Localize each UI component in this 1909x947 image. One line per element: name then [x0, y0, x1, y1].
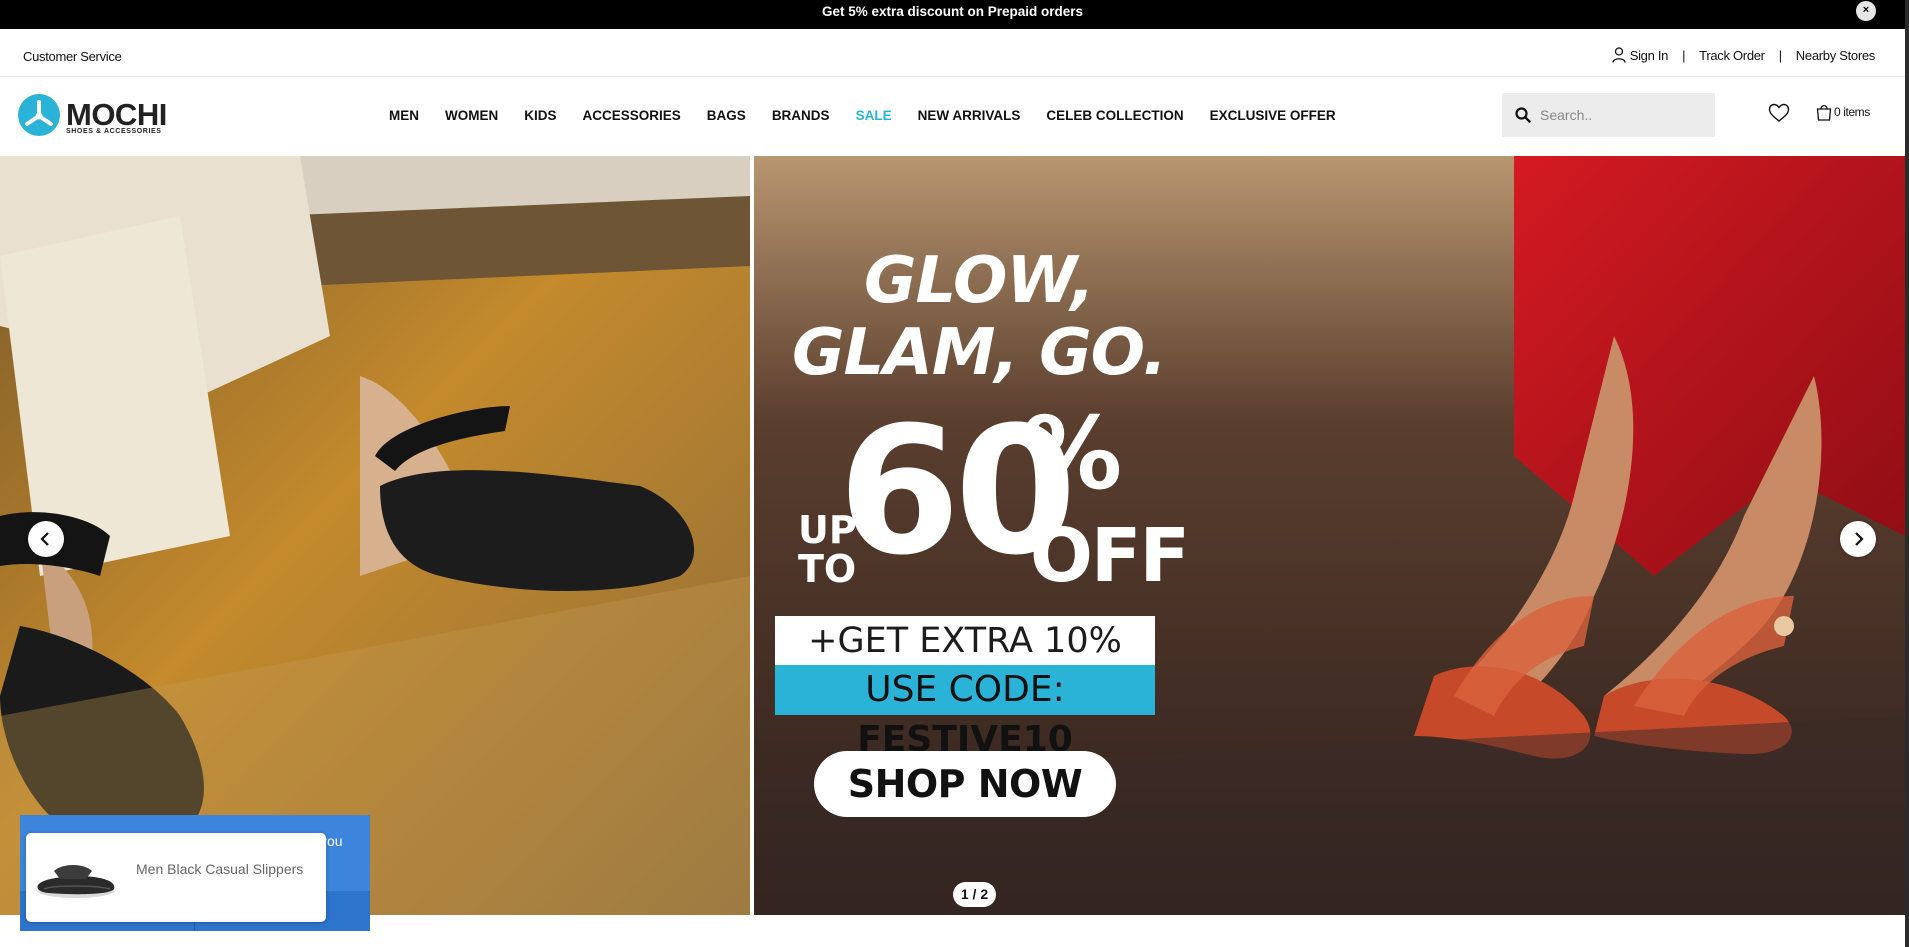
mochi-logo-icon: [18, 94, 60, 136]
main-nav: MEN WOMEN KIDS ACCESSORIES BAGS BRANDS S…: [389, 108, 1362, 123]
separator: |: [1778, 47, 1782, 63]
hero-carousel: GLOW, GLAM, GO. UP TO 60 % OFF +GET EXTR…: [0, 156, 1905, 916]
cart-button[interactable]: 0 items: [1815, 103, 1870, 121]
logo-tagline: SHOES & ACCESSORIES: [66, 128, 162, 135]
search-input[interactable]: [1540, 93, 1710, 137]
nav-item-new-arrivals[interactable]: NEW ARRIVALS: [918, 108, 1021, 123]
shopping-bag-icon: [1816, 104, 1832, 121]
customer-service-link[interactable]: Customer Service: [23, 49, 122, 64]
notification-popup[interactable]: you Men Black Casual Slippers: [20, 815, 370, 931]
slide-counter: 1 / 2: [953, 882, 996, 907]
nearby-stores-link[interactable]: Nearby Stores: [1796, 48, 1876, 63]
nav-item-accessories[interactable]: ACCESSORIES: [583, 108, 681, 123]
coupon-prefix: USE CODE:: [865, 669, 1065, 710]
nav-item-celeb-collection[interactable]: CELEB COLLECTION: [1046, 108, 1183, 123]
slipper-product-image: [37, 865, 115, 898]
carousel-next-button[interactable]: [1840, 521, 1876, 557]
carousel-prev-button[interactable]: [28, 521, 64, 557]
promo-headline-2: GLAM, GO.: [792, 316, 1167, 390]
hero-slide-right-banner[interactable]: GLOW, GLAM, GO. UP TO 60 % OFF +GET EXTR…: [754, 156, 1905, 915]
popup-product-name: Men Black Casual Slippers: [136, 861, 304, 877]
extra-offer-label: +GET EXTRA 10% OFF: [775, 616, 1155, 711]
heart-icon[interactable]: [1768, 103, 1790, 123]
logo[interactable]: MOCHI SHOES & ACCESSORIES: [18, 94, 168, 140]
nav-item-men[interactable]: MEN: [389, 108, 419, 123]
shop-now-button[interactable]: SHOP NOW: [814, 751, 1116, 817]
cart-count: 0 items: [1834, 105, 1870, 119]
page-scrollbar[interactable]: [1905, 0, 1909, 947]
nav-item-women[interactable]: WOMEN: [445, 108, 498, 123]
nav-item-sale[interactable]: SALE: [856, 108, 892, 123]
nav-item-brands[interactable]: BRANDS: [772, 108, 830, 123]
search-box: [1502, 93, 1715, 137]
nav-item-kids[interactable]: KIDS: [524, 108, 556, 123]
utility-bar: Customer Service Sign In | Track Order |…: [0, 29, 1905, 77]
announcement-text: Get 5% extra discount on Prepaid orders: [821, 4, 1084, 19]
chevron-right-icon: [1855, 532, 1864, 546]
user-icon: [1612, 47, 1626, 63]
separator: |: [1682, 47, 1686, 63]
account-links: Sign In | Track Order | Nearby Stores: [1612, 47, 1875, 63]
sign-in-link[interactable]: Sign In: [1630, 48, 1669, 63]
promo-off: OFF: [1030, 513, 1190, 599]
coupon-code-label: USE CODE: FESTIVE10: [775, 665, 1155, 760]
nav-item-exclusive-offer[interactable]: EXCLUSIVE OFFER: [1210, 108, 1336, 123]
announcement-bar: Get 5% extra discount on Prepaid orders …: [0, 0, 1909, 29]
promo-overlay: GLOW, GLAM, GO. UP TO 60 % OFF +GET EXTR…: [754, 156, 1905, 915]
track-order-link[interactable]: Track Order: [1699, 48, 1765, 63]
product-notification-card[interactable]: Men Black Casual Slippers: [26, 833, 326, 922]
nav-item-bags[interactable]: BAGS: [707, 108, 746, 123]
promo-percent-sign: %: [1022, 395, 1123, 512]
main-header: MOCHI SHOES & ACCESSORIES MEN WOMEN KIDS…: [0, 78, 1905, 156]
search-icon[interactable]: [1514, 106, 1532, 124]
hero-slide-left-image[interactable]: [0, 156, 750, 915]
chevron-left-icon: [40, 532, 49, 546]
promo-headline-1: GLOW,: [864, 244, 1095, 318]
sandals-on-rug-image: [0, 156, 750, 915]
close-icon[interactable]: ×: [1856, 1, 1876, 21]
